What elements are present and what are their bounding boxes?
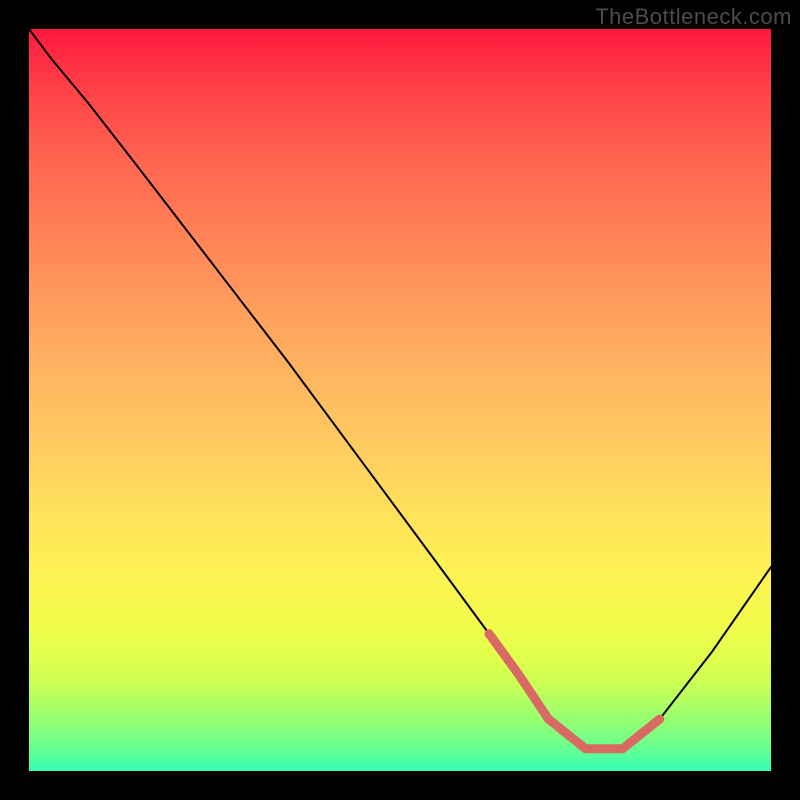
highlight-curve-path [489, 634, 660, 749]
curve-overlay [29, 29, 771, 771]
chart-canvas: TheBottleneck.com [0, 0, 800, 800]
plot-gradient-area [29, 29, 771, 771]
watermark-text: TheBottleneck.com [595, 4, 792, 30]
main-curve-path [29, 29, 771, 749]
